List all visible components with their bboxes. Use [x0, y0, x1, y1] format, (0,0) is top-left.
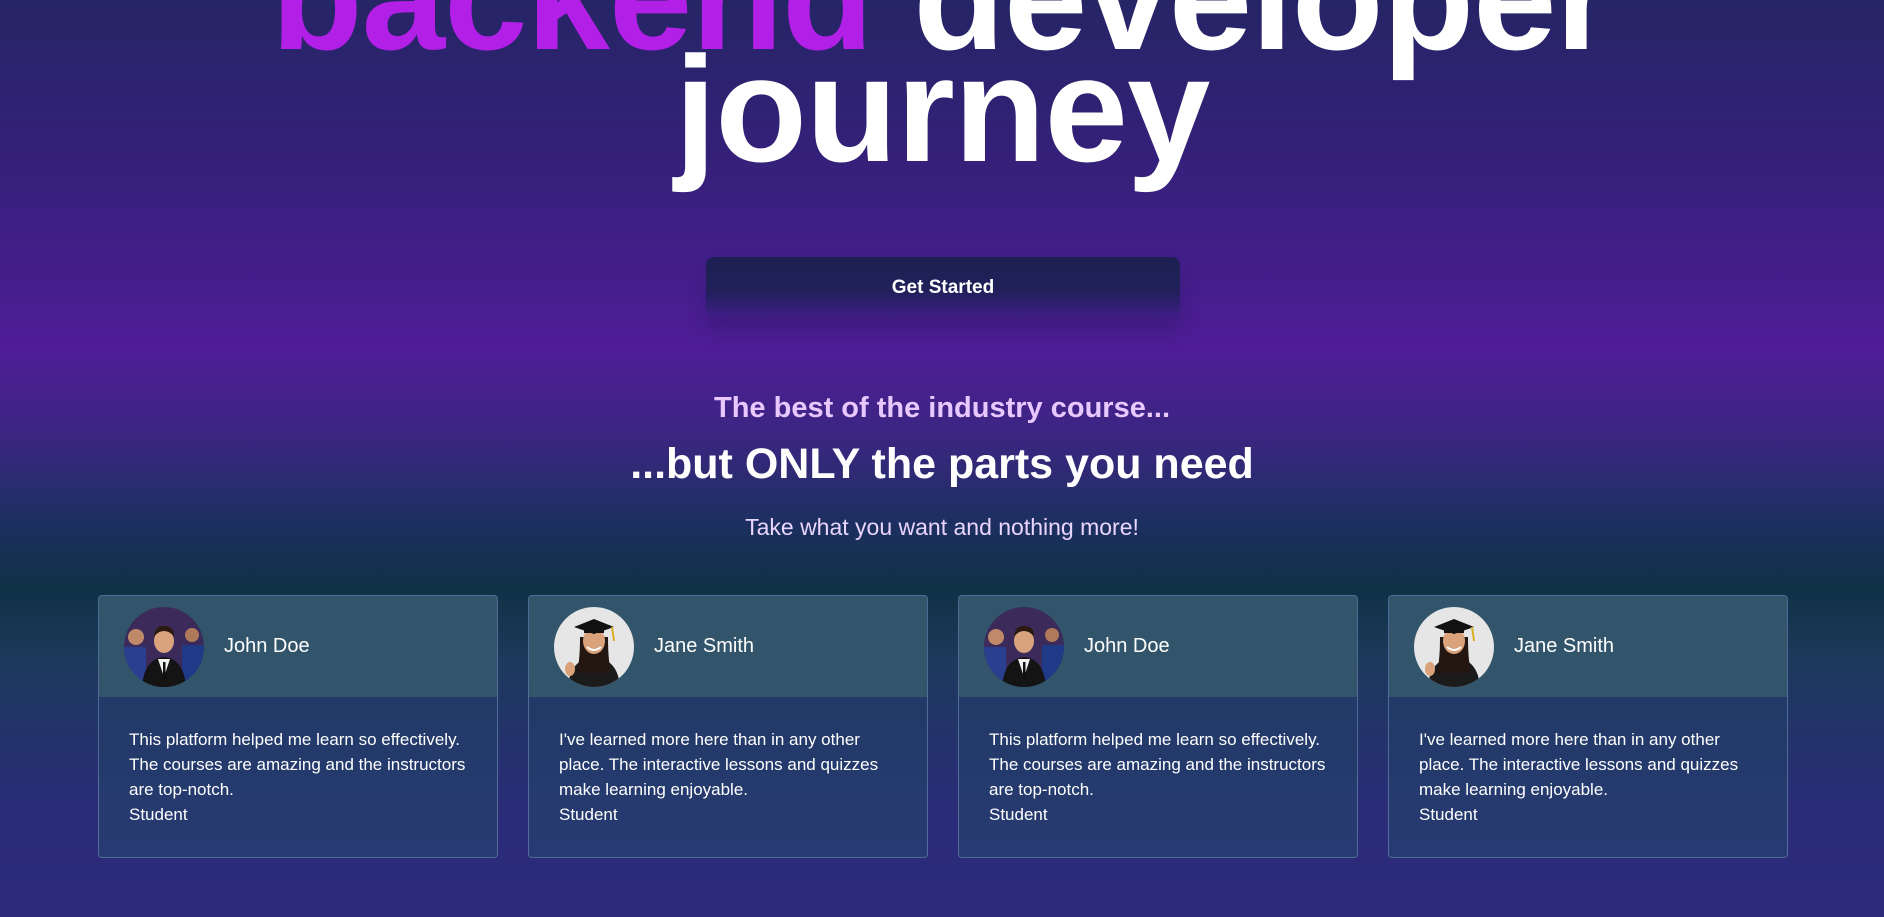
testimonial-role: Student — [1419, 805, 1478, 824]
testimonial-quote: This platform helped me learn so effecti… — [129, 730, 466, 799]
female-graduate-avatar — [554, 606, 634, 687]
testimonial-card-header: John Doe — [959, 596, 1357, 697]
testimonial-body: I've learned more here than in any other… — [529, 697, 927, 827]
testimonial-quote: I've learned more here than in any other… — [1419, 730, 1739, 799]
testimonial-card: John Doe This platform helped me learn s… — [98, 595, 498, 858]
testimonial-body: This platform helped me learn so effecti… — [959, 697, 1357, 827]
female-graduate-avatar — [1414, 606, 1494, 687]
testimonial-card: Jane Smith I've learned more here than i… — [528, 595, 928, 858]
get-started-button[interactable]: Get Started — [706, 257, 1180, 317]
tagline-take-what-you-want: Take what you want and nothing more! — [745, 514, 1139, 540]
testimonial-card-header: Jane Smith — [1389, 596, 1787, 697]
testimonial-body: I've learned more here than in any other… — [1389, 697, 1787, 827]
testimonial-card: Jane Smith I've learned more here than i… — [1388, 595, 1788, 858]
testimonial-body: This platform helped me learn so effecti… — [99, 697, 497, 827]
testimonial-quote: This platform helped me learn so effecti… — [989, 730, 1326, 799]
testimonial-role: Student — [129, 805, 188, 824]
testimonial-card: John Doe This platform helped me learn s… — [958, 595, 1358, 858]
testimonial-name: John Doe — [224, 635, 310, 657]
testimonial-quote: I've learned more here than in any other… — [559, 730, 879, 799]
hero-headline-journey: journey — [674, 25, 1211, 193]
tagline-best-of-industry: The best of the industry course... — [713, 392, 1170, 424]
testimonial-card-header: John Doe — [99, 596, 497, 697]
male-graduate-avatar — [124, 606, 204, 687]
testimonial-card-header: Jane Smith — [529, 596, 927, 697]
testimonial-name: John Doe — [1084, 635, 1170, 657]
tagline-only-parts: ...but ONLY the parts you need — [630, 440, 1254, 488]
male-graduate-avatar — [984, 606, 1064, 687]
testimonials-row: John Doe This platform helped me learn s… — [98, 595, 1788, 858]
testimonial-name: Jane Smith — [654, 635, 755, 657]
testimonial-role: Student — [559, 805, 618, 824]
testimonial-name: Jane Smith — [1514, 635, 1615, 657]
testimonial-role: Student — [989, 805, 1048, 824]
